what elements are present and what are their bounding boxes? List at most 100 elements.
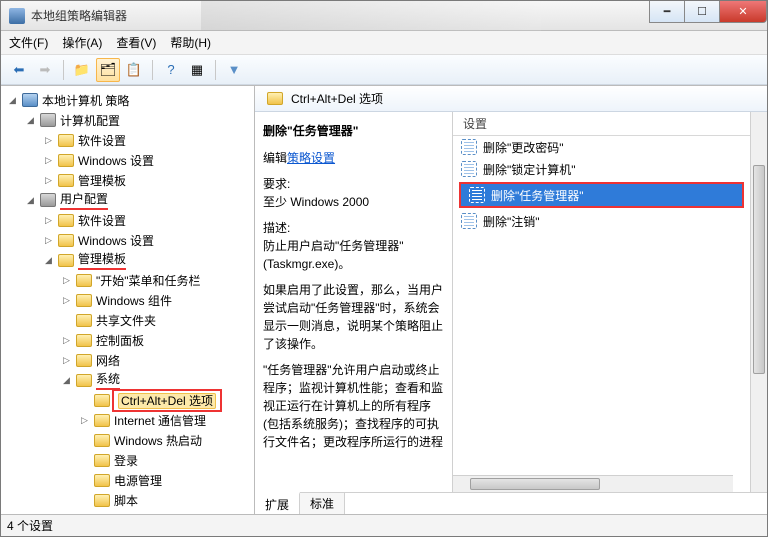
desc-p3: "任务管理器"允许用户启动或终止程序；监视计算机性能；查看和监视正运行在计算机上… xyxy=(263,361,444,451)
tab-extended[interactable]: 扩展 xyxy=(255,492,300,514)
tree-label: Windows 热启动 xyxy=(114,432,202,449)
close-button[interactable]: ✕ xyxy=(719,1,767,23)
tree-ctrl-alt-del[interactable]: Ctrl+Alt+Del 选项 xyxy=(77,390,254,410)
expand-icon[interactable]: ▷ xyxy=(79,415,90,426)
tree-item[interactable]: ▷ Windows 设置 xyxy=(41,150,254,170)
tree-item[interactable]: ▷Internet 通信管理 xyxy=(77,410,254,430)
folder-icon xyxy=(58,234,74,247)
tree-label: Windows 设置 xyxy=(78,152,154,169)
show-tree-button[interactable]: 🗂 xyxy=(96,58,120,82)
tree-item[interactable]: 脚本 xyxy=(77,490,254,510)
setting-icon xyxy=(461,213,477,229)
folder-icon xyxy=(58,134,74,147)
folder-up-button[interactable]: 📁 xyxy=(70,58,94,82)
tree-item[interactable]: ▷网络 xyxy=(59,350,254,370)
view-tabs: 扩展 标准 xyxy=(255,492,767,514)
collapse-icon[interactable]: ◢ xyxy=(25,195,36,206)
tree-label: 系统 xyxy=(96,370,120,390)
tab-standard[interactable]: 标准 xyxy=(300,493,345,514)
tree-item[interactable]: ▷ 软件设置 xyxy=(41,130,254,150)
list-item[interactable]: 删除"锁定计算机" xyxy=(453,158,750,180)
collapse-icon[interactable]: ◢ xyxy=(7,95,18,106)
scroll-thumb[interactable] xyxy=(470,478,600,490)
folder-icon xyxy=(94,494,110,507)
minimize-button[interactable]: ━ xyxy=(649,1,685,23)
folder-icon xyxy=(94,434,110,447)
column-header[interactable]: 设置 xyxy=(453,112,750,136)
tree-item[interactable]: ▷管理模板 xyxy=(41,170,254,190)
folder-icon xyxy=(76,354,92,367)
menu-file[interactable]: 文件(F) xyxy=(9,34,48,51)
tree-root[interactable]: ◢ 本地计算机 策略 xyxy=(5,90,254,110)
filter-button[interactable]: ▼ xyxy=(222,58,246,82)
tree-item[interactable]: 共享文件夹 xyxy=(59,310,254,330)
tree-item[interactable]: ▷ 控制面板 xyxy=(59,330,254,350)
tree-item[interactable]: ▷Windows 设置 xyxy=(41,230,254,250)
collapse-icon[interactable]: ◢ xyxy=(43,255,54,266)
tree-item[interactable]: Windows 热启动 xyxy=(77,430,254,450)
tree-label: "开始"菜单和任务栏 xyxy=(96,272,201,289)
export-button[interactable]: 📋 xyxy=(122,58,146,82)
expand-icon[interactable]: ▷ xyxy=(61,275,72,286)
glass-blur xyxy=(201,1,541,31)
highlight-box: 删除"任务管理器" xyxy=(459,182,744,208)
setting-icon xyxy=(461,161,477,177)
expand-icon[interactable]: ▷ xyxy=(61,335,72,346)
content-area: ◢ 本地计算机 策略 ◢ 计算机配置 ▷ 软件设置 ▷ Windows 设置 ▷管理模板… xyxy=(1,85,767,514)
list-item[interactable]: 删除"注销" xyxy=(453,210,750,232)
folder-icon xyxy=(76,374,92,387)
titlebar[interactable]: 本地组策略编辑器 ━ ☐ ✕ xyxy=(1,1,767,31)
menu-help[interactable]: 帮助(H) xyxy=(170,34,211,51)
tree-admin-templates[interactable]: ◢管理模板 xyxy=(41,250,254,270)
tree-system[interactable]: ◢ 系统 xyxy=(59,370,254,390)
tree-label: 计算机配置 xyxy=(60,112,120,129)
settings-list[interactable]: 设置 删除"更改密码" 删除"锁定计算机" 删除"任务管理器" 删除"注销" xyxy=(453,112,750,492)
collapse-icon[interactable]: ◢ xyxy=(61,375,72,386)
tree-label: 控制面板 xyxy=(96,332,144,349)
toolbar: ⬅ ➡ 📁 🗂 📋 ? ▦ ▼ xyxy=(1,55,767,85)
menubar: 文件(F) 操作(A) 查看(V) 帮助(H) xyxy=(1,31,767,55)
tree-item[interactable]: ▷软件设置 xyxy=(41,210,254,230)
tree-item[interactable]: 登录 xyxy=(77,450,254,470)
tree-item[interactable]: 电源管理 xyxy=(77,470,254,490)
scroll-thumb[interactable] xyxy=(753,165,765,374)
vertical-scrollbar[interactable] xyxy=(750,112,767,492)
properties-button[interactable]: ▦ xyxy=(185,58,209,82)
tree-label: Windows 组件 xyxy=(96,292,172,309)
maximize-button[interactable]: ☐ xyxy=(684,1,720,23)
tree-item[interactable]: ▷ Windows 组件 xyxy=(59,290,254,310)
req-value: 至少 Windows 2000 xyxy=(263,195,369,209)
back-button[interactable]: ⬅ xyxy=(7,58,31,82)
expand-icon[interactable]: ▷ xyxy=(61,355,72,366)
expand-icon[interactable]: ▷ xyxy=(61,295,72,306)
list-item-selected[interactable]: 删除"任务管理器" xyxy=(461,184,742,206)
tree-computer-config[interactable]: ◢ 计算机配置 xyxy=(23,110,254,130)
item-label: 删除"注销" xyxy=(483,213,540,230)
expand-icon[interactable]: ▷ xyxy=(43,175,54,186)
user-icon xyxy=(40,193,56,207)
folder-icon xyxy=(76,314,92,327)
tree-pane[interactable]: ◢ 本地计算机 策略 ◢ 计算机配置 ▷ 软件设置 ▷ Windows 设置 ▷管理模板… xyxy=(1,86,255,514)
description-pane: 删除"任务管理器" 编辑策略设置 要求:至少 Windows 2000 描述:防… xyxy=(255,112,453,492)
window-buttons: ━ ☐ ✕ xyxy=(650,1,767,23)
desc-label: 描述: xyxy=(263,221,290,235)
tree-label: 登录 xyxy=(114,452,138,469)
list-item[interactable]: 删除"更改密码" xyxy=(453,136,750,158)
horizontal-scrollbar[interactable] xyxy=(453,475,733,492)
edit-policy-link[interactable]: 策略设置 xyxy=(287,151,335,165)
tree-user-config[interactable]: ◢用户配置 xyxy=(23,190,254,210)
collapse-icon[interactable]: ◢ xyxy=(25,115,36,126)
right-header-title: Ctrl+Alt+Del 选项 xyxy=(291,90,383,107)
tree-label: 本地计算机 策略 xyxy=(42,92,129,109)
tree-item[interactable]: ▷ "开始"菜单和任务栏 xyxy=(59,270,254,290)
menu-action[interactable]: 操作(A) xyxy=(62,34,102,51)
expand-icon[interactable]: ▷ xyxy=(43,215,54,226)
folder-icon xyxy=(76,294,92,307)
tree-label: 软件设置 xyxy=(78,132,126,149)
expand-icon[interactable]: ▷ xyxy=(43,135,54,146)
expand-icon[interactable]: ▷ xyxy=(43,155,54,166)
menu-view[interactable]: 查看(V) xyxy=(116,34,156,51)
expand-icon[interactable]: ▷ xyxy=(43,235,54,246)
help-button[interactable]: ? xyxy=(159,58,183,82)
tree-label: 共享文件夹 xyxy=(96,312,156,329)
